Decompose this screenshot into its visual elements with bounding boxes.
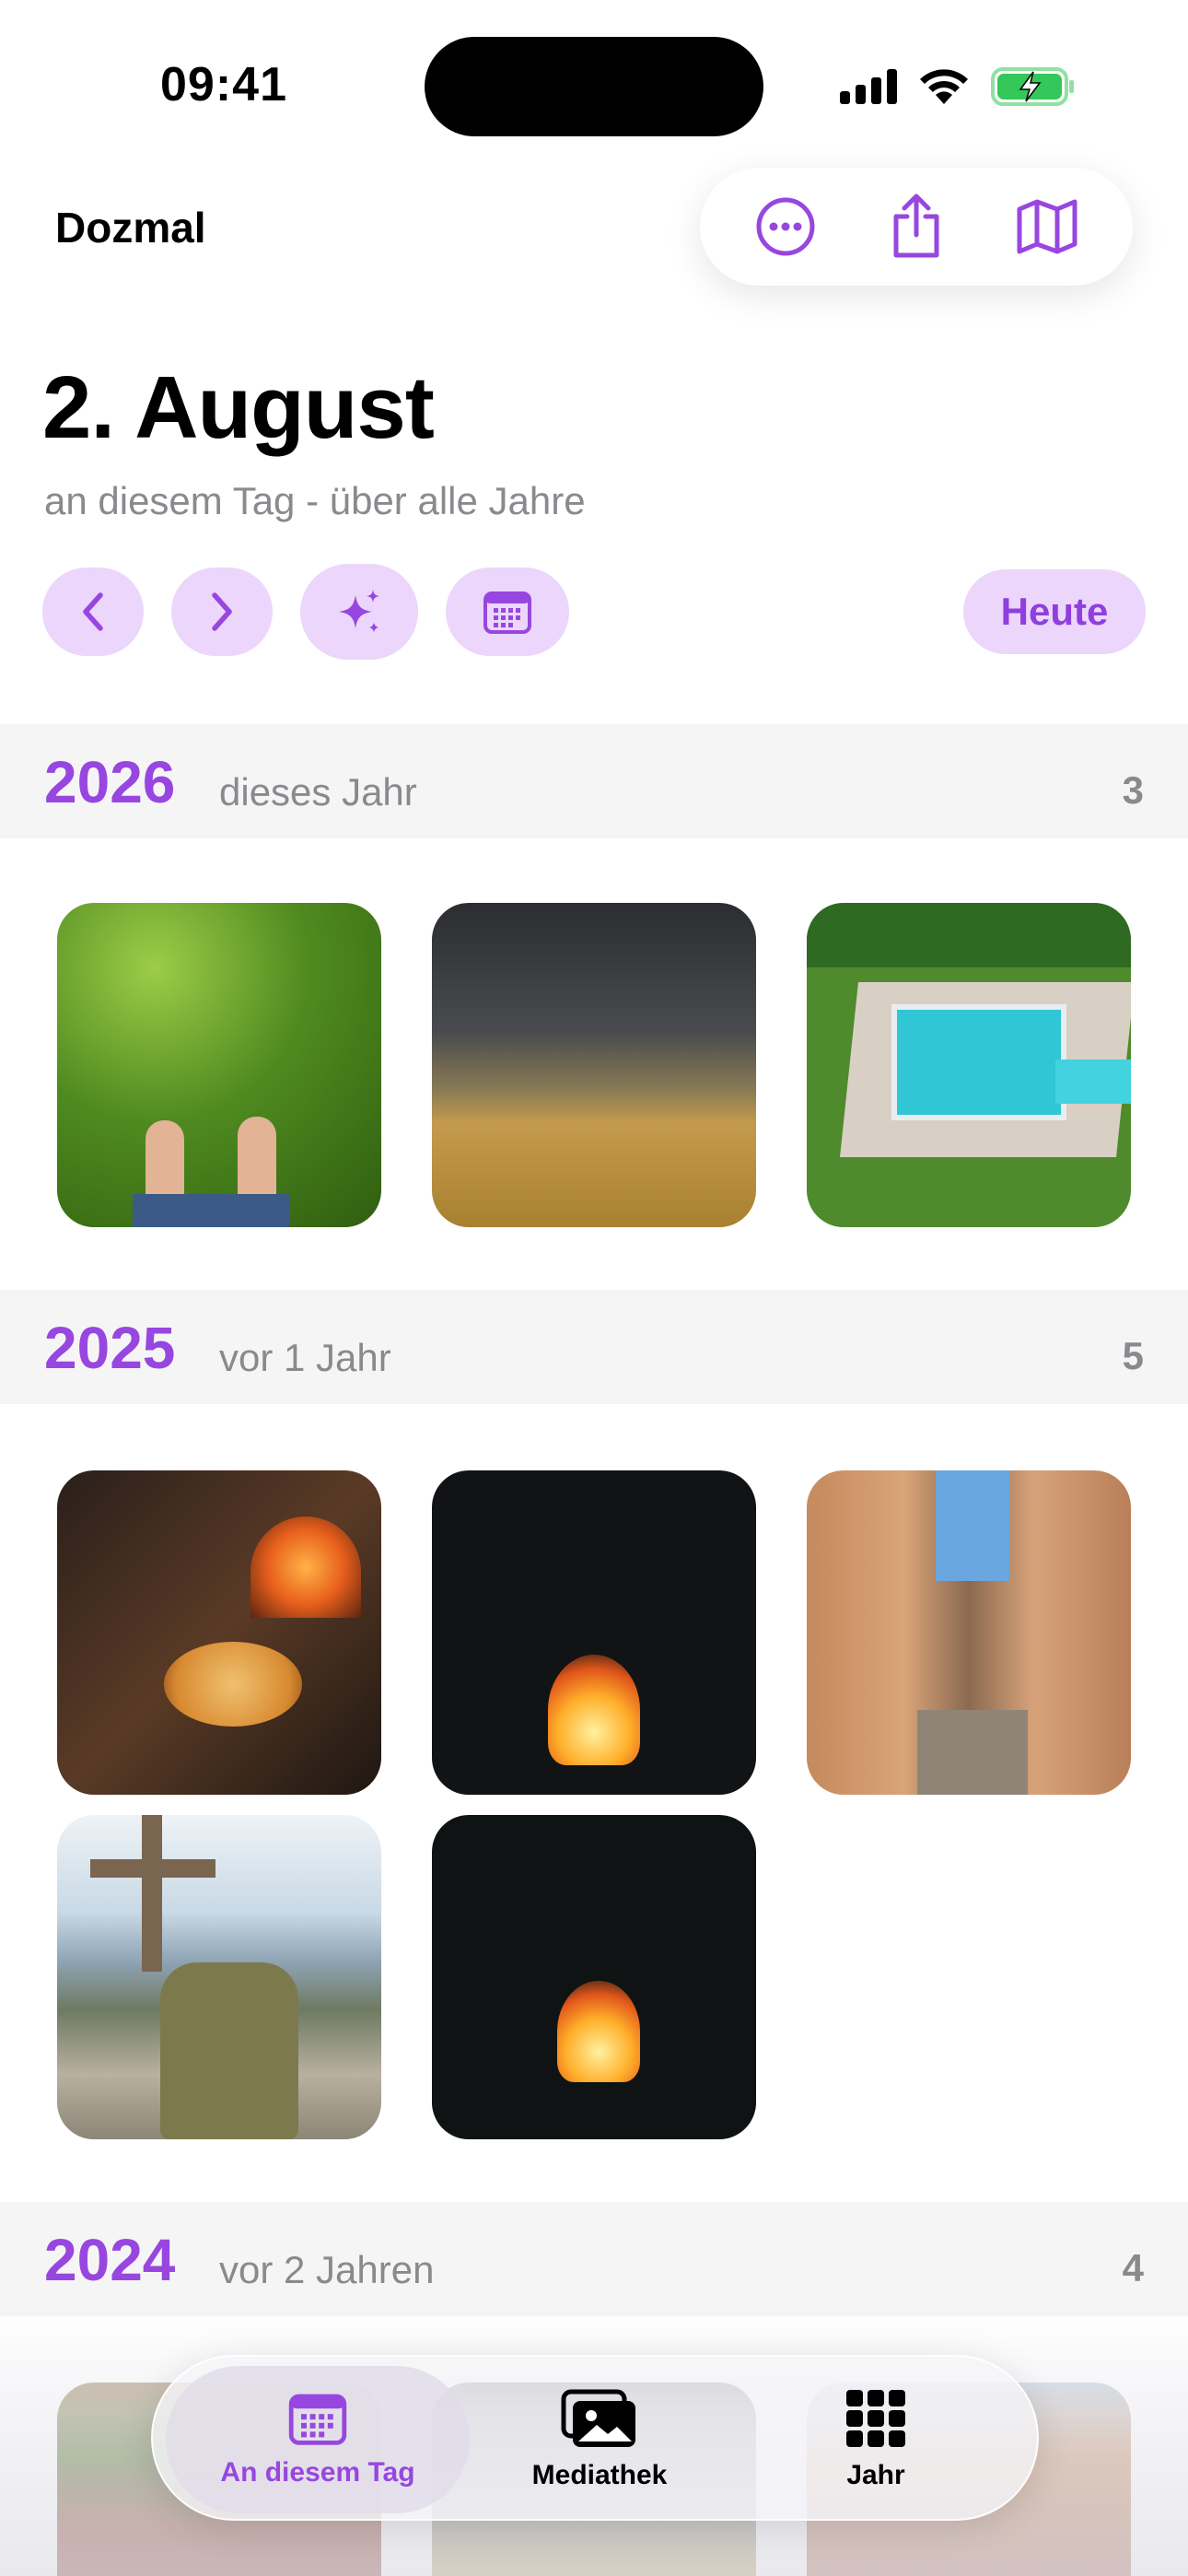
status-time: 09:41 [160, 58, 287, 111]
chevron-left-icon [83, 592, 103, 631]
year-section-header: 2024 vor 2 Jahren 4 [0, 2202, 1188, 2316]
grid-icon [846, 2390, 905, 2447]
year-relative: vor 2 Jahren [219, 2248, 435, 2291]
status-indicators [840, 61, 1076, 112]
photo-thumbnail[interactable] [432, 903, 756, 1227]
sparkles-icon [339, 590, 379, 632]
tab-bar: An diesem Tag Mediathek Jahr [151, 2355, 1039, 2521]
year-section-header: 2025 vor 1 Jahr 5 [0, 1290, 1188, 1404]
battery-charging-icon [991, 67, 1074, 106]
action-group [700, 168, 1133, 286]
photo-thumbnail[interactable] [432, 1470, 756, 1795]
photo-stack-icon [561, 2389, 635, 2447]
more-button[interactable] [744, 185, 827, 268]
wifi-icon [920, 69, 968, 104]
date-controls [42, 564, 569, 660]
year-relative: dieses Jahr [219, 770, 417, 814]
today-button[interactable]: Heute [963, 569, 1146, 654]
photo-thumbnail[interactable] [57, 903, 381, 1227]
tab-on-this-day[interactable]: An diesem Tag [166, 2366, 470, 2513]
share-icon [893, 193, 939, 258]
ellipsis-circle-icon [756, 197, 815, 256]
tab-label: Jahr [846, 2460, 905, 2490]
year-relative: vor 1 Jahr [219, 1336, 391, 1379]
year-number: 2024 [44, 2227, 176, 2293]
photo-count: 5 [1122, 1334, 1144, 1377]
photo-thumbnail[interactable] [57, 1815, 381, 2139]
tab-year[interactable]: Jahr [724, 2366, 1028, 2513]
tab-label: An diesem Tag [220, 2457, 415, 2488]
page-title: 2. August [42, 358, 435, 457]
calendar-icon [288, 2394, 347, 2445]
photo-count: 3 [1122, 768, 1144, 812]
highlights-button[interactable] [300, 564, 418, 660]
cellular-signal-icon [840, 69, 897, 104]
tab-library[interactable]: Mediathek [448, 2366, 751, 2513]
photo-thumbnail[interactable] [807, 1470, 1131, 1795]
year-section-header: 2026 dieses Jahr 3 [0, 724, 1188, 838]
tab-label: Mediathek [531, 2460, 668, 2490]
calendar-icon [483, 591, 531, 634]
photo-count: 4 [1122, 2246, 1144, 2289]
year-number: 2026 [44, 749, 176, 815]
app-name: Dozmal [55, 204, 206, 252]
previous-day-button[interactable] [42, 568, 144, 656]
calendar-button[interactable] [446, 568, 569, 656]
map-icon [1017, 199, 1077, 254]
page-subtitle: an diesem Tag - über alle Jahre [44, 479, 586, 522]
photo-thumbnail[interactable] [432, 1815, 756, 2139]
dynamic-island [425, 37, 763, 136]
year-number: 2025 [44, 1315, 176, 1381]
photo-thumbnail[interactable] [807, 903, 1131, 1227]
share-button[interactable] [875, 185, 958, 268]
photo-thumbnail[interactable] [57, 1470, 381, 1795]
chevron-right-icon [212, 592, 232, 631]
next-day-button[interactable] [171, 568, 273, 656]
map-button[interactable] [1006, 185, 1089, 268]
